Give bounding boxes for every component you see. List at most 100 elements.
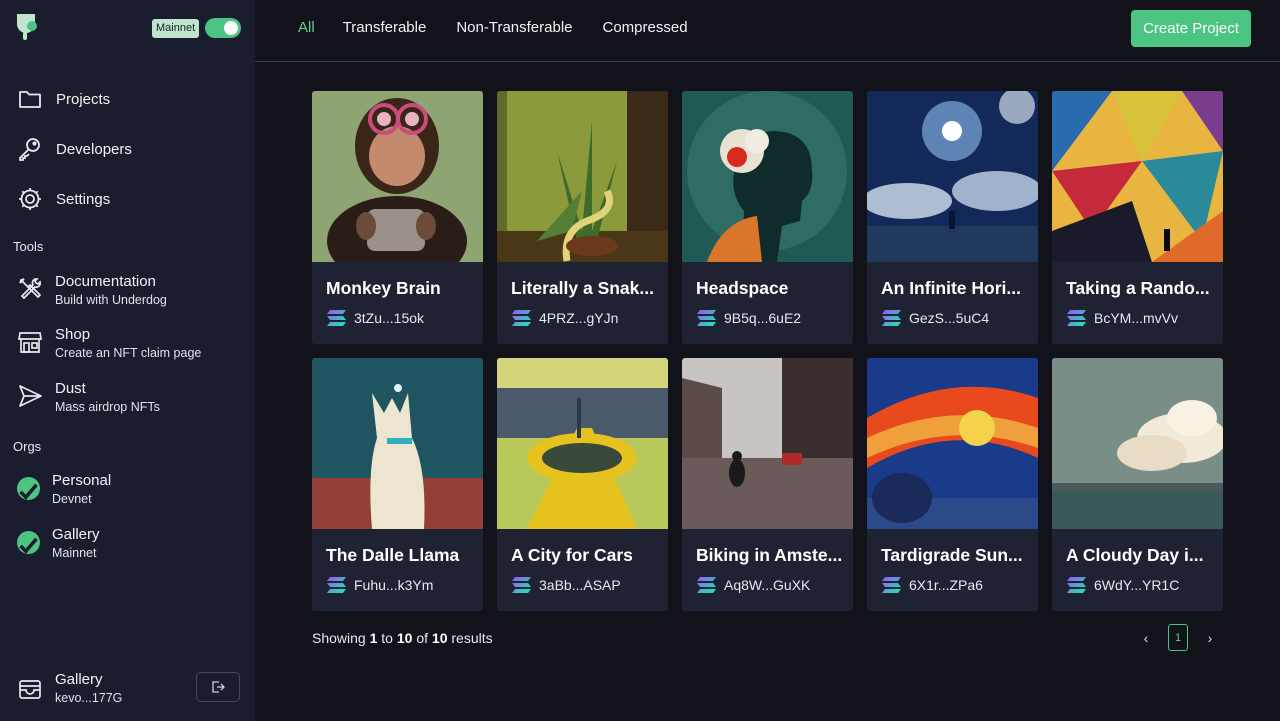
folder-icon bbox=[19, 91, 41, 108]
address-text: 3tZu...15ok bbox=[354, 310, 425, 326]
project-image bbox=[312, 358, 483, 529]
project-title: Headspace bbox=[696, 278, 789, 298]
logout-button[interactable] bbox=[196, 672, 240, 702]
solana-icon bbox=[327, 310, 346, 326]
project-image bbox=[867, 91, 1038, 262]
solana-icon bbox=[697, 577, 716, 593]
send-icon bbox=[19, 385, 42, 407]
project-image bbox=[867, 358, 1038, 529]
project-title: Biking in Amste... bbox=[696, 545, 843, 565]
to-label: to bbox=[381, 630, 393, 646]
tab-all[interactable]: All bbox=[298, 19, 315, 36]
solana-icon bbox=[327, 577, 346, 593]
project-address: GezS...5uC4 bbox=[881, 309, 989, 327]
address-text: 6X1r...ZPa6 bbox=[909, 577, 983, 593]
results-to: 10 bbox=[396, 630, 413, 646]
orgs-section-label: Orgs bbox=[13, 439, 42, 454]
results-summary: Showing 1 to 10 of 10 results bbox=[312, 630, 493, 646]
project-card[interactable]: Tardigrade Sun... 6X1r...ZPa6 bbox=[867, 358, 1038, 611]
sidebar-item-dust[interactable]: Dust Mass airdrop NFTs bbox=[17, 379, 160, 417]
address-text: Fuhu...k3Ym bbox=[354, 577, 434, 593]
pagination: ‹ 1 › bbox=[1138, 624, 1218, 651]
key-icon bbox=[19, 138, 40, 161]
results-from: 1 bbox=[369, 630, 378, 646]
logout-icon bbox=[212, 681, 225, 693]
project-card[interactable]: A Cloudy Day i... 6WdY...YR1C bbox=[1052, 358, 1223, 611]
results-label: results bbox=[451, 630, 493, 646]
solana-icon bbox=[697, 310, 716, 326]
org-subtitle: Devnet bbox=[52, 492, 92, 506]
project-title: A City for Cars bbox=[511, 545, 633, 565]
org-subtitle: Mainnet bbox=[52, 546, 97, 560]
project-title: Literally a Snak... bbox=[511, 278, 654, 298]
sidebar-item-projects[interactable]: Projects bbox=[17, 86, 110, 112]
project-address: 6X1r...ZPa6 bbox=[881, 576, 983, 594]
page-button[interactable]: 1 bbox=[1168, 624, 1188, 651]
store-icon bbox=[17, 332, 43, 353]
filter-tabs: All Transferable Non-Transferable Compre… bbox=[298, 19, 718, 36]
solana-icon bbox=[1067, 310, 1086, 326]
org-item-personal[interactable]: Personal Devnet bbox=[17, 471, 111, 509]
project-address: 3tZu...15ok bbox=[326, 309, 424, 327]
project-image bbox=[497, 358, 668, 529]
tab-transferable[interactable]: Transferable bbox=[343, 19, 427, 36]
project-title: The Dalle Llama bbox=[326, 545, 460, 565]
address-text: GezS...5uC4 bbox=[909, 310, 990, 326]
address-text: 6WdY...YR1C bbox=[1094, 577, 1180, 593]
tool-title: Documentation bbox=[55, 273, 156, 290]
wallet-info[interactable]: Gallery kevo...177G bbox=[17, 670, 122, 708]
tool-title: Dust bbox=[55, 380, 86, 397]
solana-icon bbox=[882, 577, 901, 593]
project-card[interactable]: The Dalle Llama Fuhu...k3Ym bbox=[312, 358, 483, 611]
tools-icon bbox=[19, 278, 42, 300]
project-card[interactable]: Biking in Amste... Aq8W...GuXK bbox=[682, 358, 853, 611]
sidebar: Mainnet Projects Developers Settings Too… bbox=[0, 0, 255, 721]
project-address: 4PRZ...gYJn bbox=[511, 309, 618, 327]
sidebar-item-shop[interactable]: Shop Create an NFT claim page bbox=[17, 325, 201, 363]
wallet-address: kevo...177G bbox=[55, 691, 123, 705]
address-text: 4PRZ...gYJn bbox=[539, 310, 619, 326]
tab-non-transferable[interactable]: Non-Transferable bbox=[456, 19, 572, 36]
solana-icon bbox=[512, 310, 531, 326]
project-title: Taking a Rando... bbox=[1066, 278, 1210, 298]
project-title: Monkey Brain bbox=[326, 278, 441, 298]
of-label: of bbox=[416, 630, 429, 646]
project-card[interactable]: An Infinite Hori... GezS...5uC4 bbox=[867, 91, 1038, 344]
underdog-logo-icon[interactable] bbox=[15, 12, 41, 42]
project-title: Tardigrade Sun... bbox=[881, 545, 1023, 565]
project-image bbox=[1052, 91, 1223, 262]
tool-subtitle: Create an NFT claim page bbox=[55, 346, 202, 360]
project-image bbox=[1052, 358, 1223, 529]
project-title: An Infinite Hori... bbox=[881, 278, 1021, 298]
sidebar-item-settings[interactable]: Settings bbox=[17, 186, 110, 212]
project-address: Fuhu...k3Ym bbox=[326, 576, 433, 594]
address-text: 9B5q...6uE2 bbox=[724, 310, 802, 326]
project-image bbox=[312, 91, 483, 262]
sidebar-item-label: Developers bbox=[56, 140, 132, 158]
project-card[interactable]: Literally a Snak... 4PRZ...gYJn bbox=[497, 91, 668, 344]
tab-compressed[interactable]: Compressed bbox=[603, 19, 688, 36]
project-image bbox=[682, 358, 853, 529]
sidebar-item-label: Projects bbox=[56, 90, 111, 108]
network-toggle[interactable]: Mainnet bbox=[152, 18, 242, 38]
create-project-button[interactable]: Create Project bbox=[1131, 10, 1251, 47]
chevron-right-icon[interactable]: › bbox=[1202, 630, 1218, 646]
solana-icon bbox=[882, 310, 901, 326]
project-card[interactable]: Taking a Rando... BcYM...mvVv bbox=[1052, 91, 1223, 344]
project-card[interactable]: A City for Cars 3aBb...ASAP bbox=[497, 358, 668, 611]
org-item-gallery[interactable]: Gallery Mainnet bbox=[17, 525, 100, 563]
network-switch[interactable] bbox=[205, 18, 242, 38]
project-card[interactable]: Monkey Brain 3tZu...15ok bbox=[312, 91, 483, 344]
project-address: 6WdY...YR1C bbox=[1066, 576, 1179, 594]
address-text: 3aBb...ASAP bbox=[539, 577, 621, 593]
sidebar-item-documentation[interactable]: Documentation Build with Underdog bbox=[17, 272, 167, 310]
address-text: Aq8W...GuXK bbox=[724, 577, 811, 593]
app-root: Mainnet Projects Developers Settings Too… bbox=[0, 0, 1280, 721]
project-address: 3aBb...ASAP bbox=[511, 576, 621, 594]
sidebar-item-developers[interactable]: Developers bbox=[17, 136, 132, 162]
project-card[interactable]: Headspace 9B5q...6uE2 bbox=[682, 91, 853, 344]
check-icon bbox=[17, 531, 40, 554]
topbar: All Transferable Non-Transferable Compre… bbox=[255, 0, 1280, 62]
wallet-title: Gallery bbox=[55, 671, 103, 688]
chevron-left-icon[interactable]: ‹ bbox=[1138, 630, 1154, 646]
